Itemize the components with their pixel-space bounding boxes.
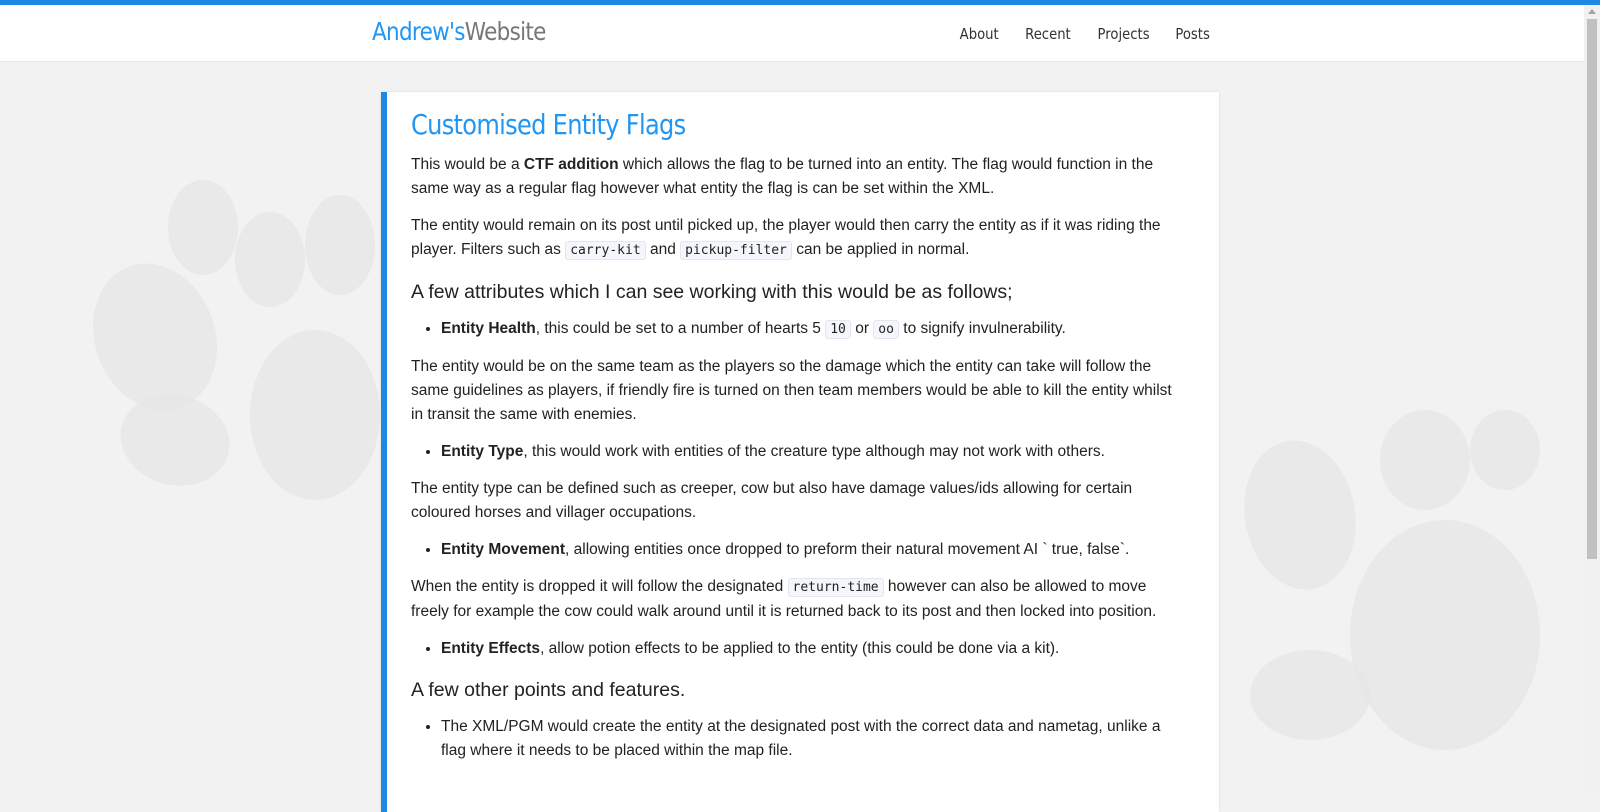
code-oo: oo xyxy=(873,320,899,339)
list-item: Entity Health, this could be set to a nu… xyxy=(441,317,1183,342)
nav-link-recent[interactable]: Recent xyxy=(1025,25,1071,43)
list-entity-effects: Entity Effects, allow potion effects to … xyxy=(411,637,1183,661)
list-entity-movement: Entity Movement, allowing entities once … xyxy=(411,538,1183,562)
code-carry-kit: carry-kit xyxy=(565,241,646,260)
scroll-up-arrow-icon[interactable] xyxy=(1588,9,1596,14)
list-item: Entity Type, this would work with entiti… xyxy=(441,440,1183,464)
nav-link-posts[interactable]: Posts xyxy=(1175,25,1209,43)
code-pickup-filter: pickup-filter xyxy=(680,241,792,260)
brand-part-2: Website xyxy=(464,17,547,46)
code-10: 10 xyxy=(825,320,851,339)
main-nav: About Recent Projects Posts xyxy=(957,25,1212,43)
paragraph-intro: This would be a CTF addition which allow… xyxy=(411,156,1154,197)
strong-ctf-addition: CTF addition xyxy=(523,156,619,173)
paragraph-dropped: When the entity is dropped it will follo… xyxy=(411,578,1157,620)
site-brand-link[interactable]: Andrew'sWebsite xyxy=(372,17,546,46)
code-return-time: return-time xyxy=(787,578,884,597)
list-entity-health: Entity Health, this could be set to a nu… xyxy=(411,317,1183,342)
article-content: Customised Entity Flags This would be a … xyxy=(411,108,1183,776)
paragraph-entity-type: The entity type can be defined such as c… xyxy=(411,480,1133,521)
scrollbar-thumb[interactable] xyxy=(1587,19,1597,559)
article-card: Customised Entity Flags This would be a … xyxy=(381,92,1219,812)
paragraph-post: The entity would remain on its post unti… xyxy=(411,217,1161,260)
nav-link-projects[interactable]: Projects xyxy=(1097,25,1149,43)
brand-part-1: Andrew's xyxy=(372,17,465,46)
list-item: Entity Movement, allowing entities once … xyxy=(441,538,1183,562)
list-item: The XML/PGM would create the entity at t… xyxy=(441,715,1183,763)
paragraph-team-damage: The entity would be on the same team as … xyxy=(411,358,1172,423)
site-header: Andrew'sWebsite About Recent Projects Po… xyxy=(0,5,1584,62)
article-title: Customised Entity Flags xyxy=(411,108,686,141)
heading-other-points: A few other points and features. xyxy=(411,679,686,701)
list-other-points: The XML/PGM would create the entity at t… xyxy=(411,715,1183,763)
heading-attributes: A few attributes which I can see working… xyxy=(411,281,1013,303)
list-item: Entity Effects, allow potion effects to … xyxy=(441,637,1183,661)
list-entity-type: Entity Type, this would work with entiti… xyxy=(411,440,1183,464)
nav-link-about[interactable]: About xyxy=(960,25,999,43)
page-scrollbar[interactable] xyxy=(1584,5,1600,794)
